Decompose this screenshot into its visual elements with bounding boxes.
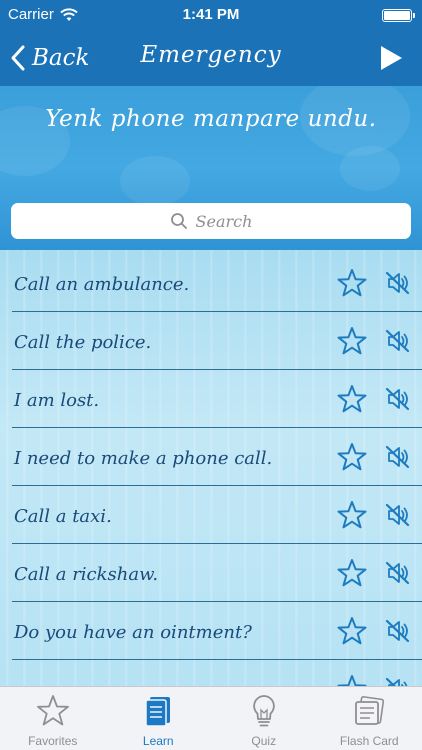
- list-item[interactable]: Call a taxi.: [0, 486, 422, 544]
- phrase-text: I am lost.: [14, 390, 100, 411]
- play-icon[interactable]: [378, 44, 404, 72]
- speaker-icon[interactable]: [383, 268, 413, 298]
- tab-label: Flash Card: [339, 734, 399, 748]
- speaker-icon[interactable]: [383, 558, 413, 588]
- phrase-banner: Yenk phone manpare undu. Search: [0, 86, 422, 250]
- flash-card-icon: [355, 696, 385, 725]
- search-icon: [170, 213, 187, 229]
- star-icon: [36, 695, 69, 726]
- background-decoration: [120, 156, 190, 206]
- tab-favorites[interactable]: Favorites: [0, 687, 106, 750]
- favorite-star-icon[interactable]: [336, 326, 368, 356]
- tab-label: Favorites: [28, 734, 78, 748]
- battery-icon: [382, 9, 415, 22]
- favorite-star-icon[interactable]: [336, 384, 368, 414]
- favorite-star-icon[interactable]: [336, 442, 368, 472]
- tab-flash-card[interactable]: Flash Card: [317, 687, 422, 750]
- favorite-star-icon[interactable]: [336, 500, 368, 530]
- tab-learn[interactable]: Learn: [106, 687, 212, 750]
- phrase-text: Call a taxi.: [14, 506, 112, 527]
- list-item[interactable]: Do you have an ointment?: [0, 602, 422, 660]
- favorite-star-icon[interactable]: [336, 268, 368, 298]
- phrase-text: Call an ambulance.: [14, 274, 190, 295]
- chevron-left-icon: [11, 45, 25, 71]
- speaker-icon[interactable]: [383, 500, 413, 530]
- list-item[interactable]: Call a rickshaw.: [0, 544, 422, 602]
- back-button[interactable]: Back: [10, 40, 89, 76]
- search-input[interactable]: Search: [11, 203, 411, 239]
- status-bar: Carrier 1:41 PM: [0, 0, 422, 30]
- list-item[interactable]: I need to make a phone call.: [0, 428, 422, 486]
- tab-label: Quiz: [251, 734, 277, 748]
- list-item[interactable]: [0, 660, 422, 686]
- phrase-text: Call the police.: [14, 332, 152, 353]
- speaker-icon[interactable]: [383, 442, 413, 472]
- book-icon: [145, 697, 171, 727]
- list-item[interactable]: Call an ambulance.: [0, 254, 422, 312]
- phrase-text: I need to make a phone call.: [14, 448, 273, 469]
- speaker-icon[interactable]: [383, 326, 413, 356]
- list-item[interactable]: Call the police.: [0, 312, 422, 370]
- list-item[interactable]: I am lost.: [0, 370, 422, 428]
- lightbulb-icon: [253, 695, 275, 727]
- phrase-text: Do you have an ointment?: [14, 622, 252, 643]
- tab-bar: Favorites Learn Quiz Flash Card: [0, 686, 422, 750]
- clock: 1:41 PM: [182, 6, 240, 23]
- navigation-bar: Back Emergency: [0, 30, 422, 86]
- speaker-icon[interactable]: [383, 384, 413, 414]
- phrase-list[interactable]: Call an ambulance. Call the police. I am…: [0, 250, 422, 686]
- favorite-star-icon[interactable]: [336, 674, 368, 686]
- back-label: Back: [32, 45, 90, 71]
- favorite-star-icon[interactable]: [336, 616, 368, 646]
- favorite-star-icon[interactable]: [336, 558, 368, 588]
- background-decoration: [340, 146, 400, 191]
- speaker-icon[interactable]: [383, 674, 413, 686]
- speaker-icon[interactable]: [383, 616, 413, 646]
- search-placeholder: Search: [195, 211, 253, 231]
- tab-label: Learn: [142, 734, 174, 748]
- tab-quiz[interactable]: Quiz: [211, 687, 317, 750]
- phrase-text: Call a rickshaw.: [14, 564, 159, 585]
- translated-phrase: Yenk phone manpare undu.: [45, 106, 377, 132]
